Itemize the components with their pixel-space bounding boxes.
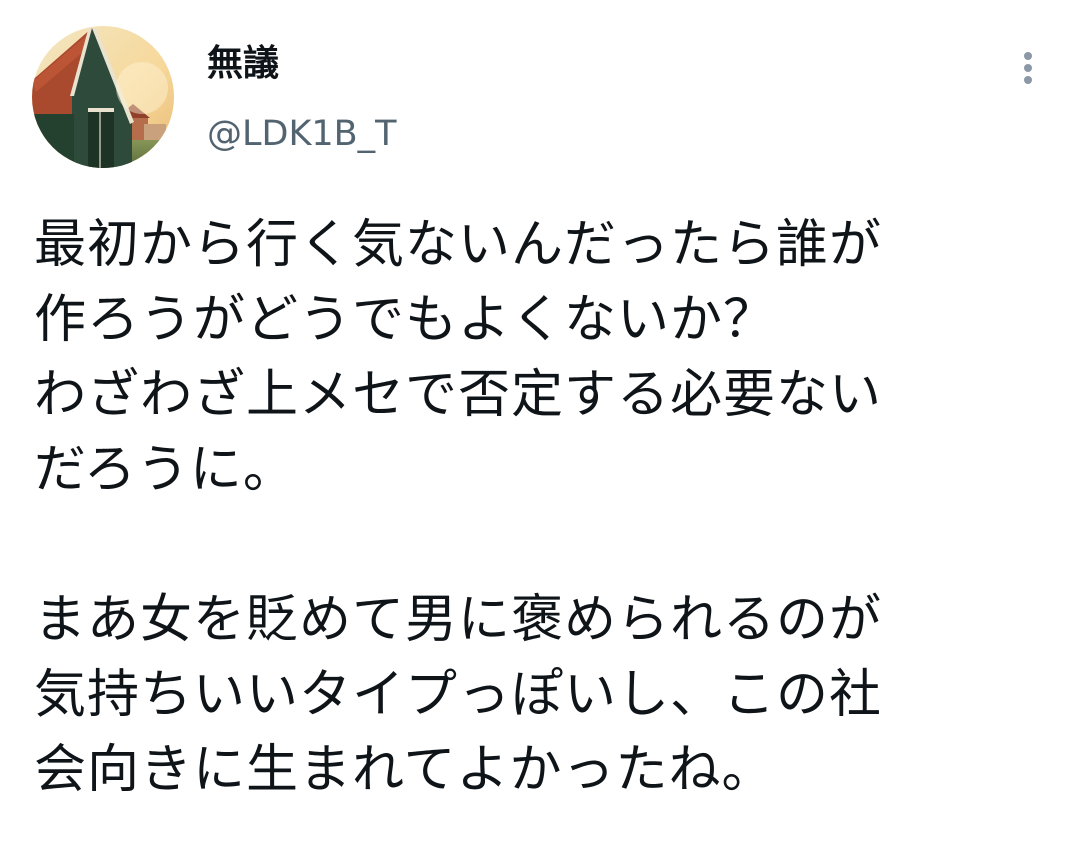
display-name[interactable]: 無議 (207, 42, 279, 86)
barn-house-photo-icon (32, 26, 174, 168)
tweet-text-line: だろうに。 (34, 440, 296, 500)
paragraph-break (34, 508, 1044, 583)
tweet-text-line: まあ女を貶めて男に褒められるのが (34, 590, 883, 650)
tweet-text-line: 作ろうがどうでもよくないか？ (34, 290, 777, 350)
tweet-text-line: 最初から行く気ないんだったら誰が (34, 215, 883, 275)
user-handle[interactable]: @LDK1B_T (207, 112, 397, 156)
tweet-header: 無議 @LDK1B_T (0, 0, 1080, 190)
tweet-text-line: 気持ちいいタイプっぽいし、この社 (34, 665, 883, 725)
avatar[interactable] (32, 26, 174, 168)
tweet-text: 最初から行く気ないんだったら誰が 作ろうがどうでもよくないか？ わざわざ上メセで… (34, 208, 1044, 808)
tweet-text-line: わざわざ上メセで否定する必要ない (34, 365, 883, 425)
more-vertical-icon (1024, 52, 1032, 84)
more-options-button[interactable] (1008, 44, 1048, 92)
tweet-text-line: 会向きに生まれてよかったね。 (34, 740, 775, 800)
